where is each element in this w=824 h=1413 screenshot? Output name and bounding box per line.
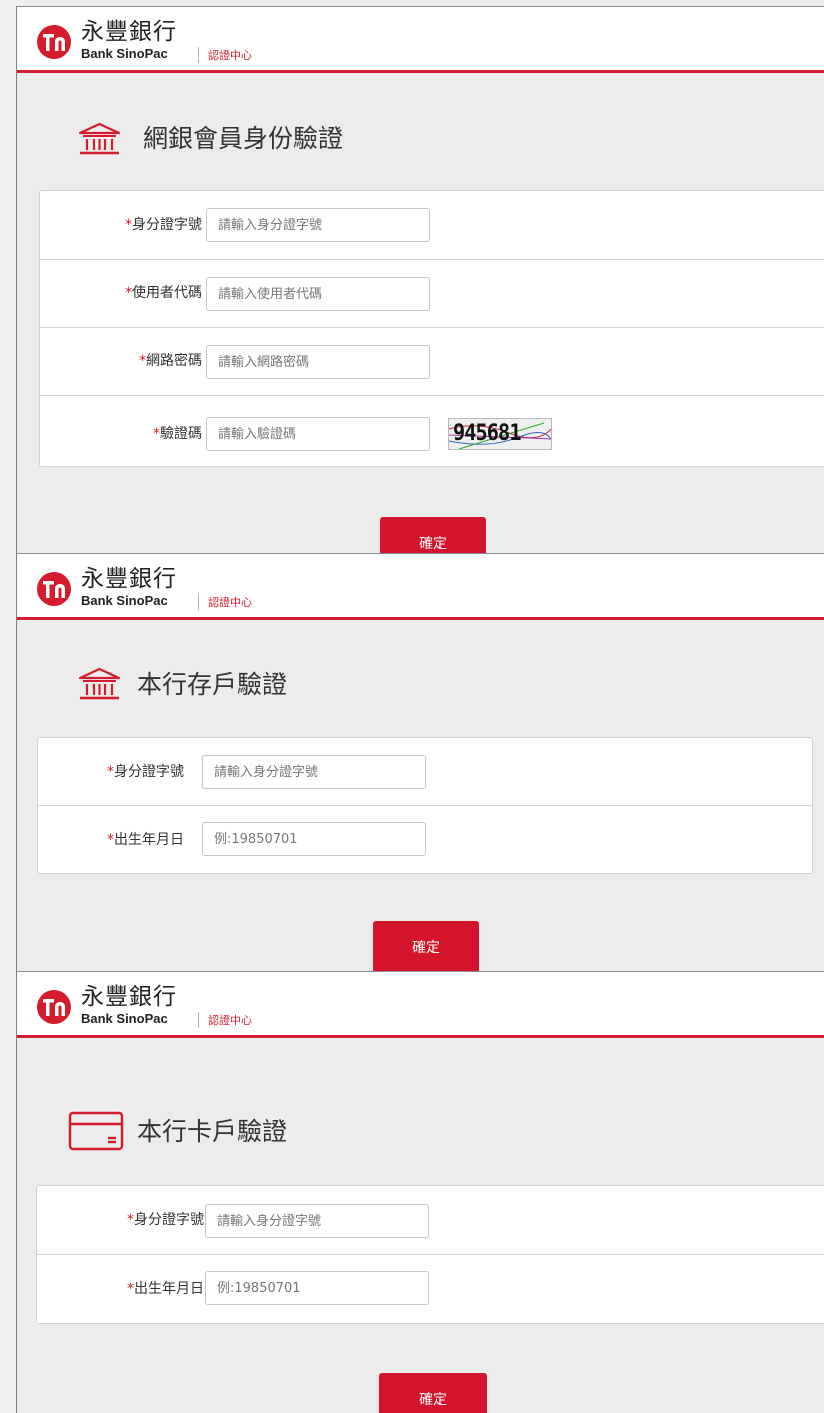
sinopac-logo-icon <box>37 572 71 606</box>
captcha-input[interactable] <box>206 417 430 451</box>
brand-name-cn: 永豐銀行 <box>81 984 177 1010</box>
form-row-id-number: *身分證字號 <box>38 738 812 806</box>
header-divider <box>198 594 199 610</box>
captcha-text: 945681 <box>453 421 522 446</box>
brand-name-en: Bank SinoPac <box>81 593 168 608</box>
id-number-input[interactable] <box>202 755 426 789</box>
credit-card-icon <box>68 1111 124 1151</box>
field-label: *身分證字號 <box>107 764 184 780</box>
sinopac-logo-icon <box>37 25 71 59</box>
form-row-birth-date: *出生年月日 <box>37 1255 824 1325</box>
header-tagline: 認證中心 <box>208 1014 252 1027</box>
header-divider <box>198 47 199 63</box>
field-label: *網路密碼 <box>139 353 202 369</box>
captcha-image[interactable]: 945681 <box>448 418 552 450</box>
confirm-button[interactable]: 確定 <box>380 517 486 553</box>
field-label: *身分證字號 <box>125 217 202 233</box>
page-title: 本行卡戶驗證 <box>137 1117 288 1146</box>
site-header: 永豐銀行 Bank SinoPac 認證中心 <box>17 554 824 620</box>
form-row-captcha: *驗證碼 945681 <box>40 396 824 468</box>
card-account-verification-panel: 永豐銀行 Bank SinoPac 認證中心 本行卡戶驗證 *身分證字號 *出生… <box>16 971 824 1413</box>
header-tagline: 認證中心 <box>208 596 252 609</box>
field-label: *身分證字號 <box>127 1212 204 1228</box>
brand-name-en: Bank SinoPac <box>81 46 168 61</box>
verification-form: *身分證字號 *出生年月日 <box>36 1185 824 1324</box>
deposit-account-verification-panel: 永豐銀行 Bank SinoPac 認證中心 本行存戶驗證 *身分證字號 *出生… <box>16 553 824 971</box>
brand-name-en: Bank SinoPac <box>81 1011 168 1026</box>
brand-name-cn: 永豐銀行 <box>81 19 177 45</box>
confirm-button[interactable]: 確定 <box>379 1373 487 1413</box>
id-number-input[interactable] <box>206 208 430 242</box>
form-row-id-number: *身分證字號 <box>37 1186 824 1255</box>
field-label: *出生年月日 <box>107 832 184 848</box>
form-row-password: *網路密碼 <box>40 328 824 396</box>
member-verification-panel: 永豐銀行 Bank SinoPac 認證中心 網銀會員身份驗證 *身分證字號 *… <box>16 6 824 553</box>
bank-building-icon <box>78 122 121 155</box>
password-input[interactable] <box>206 345 430 379</box>
sinopac-logo-icon <box>37 990 71 1024</box>
field-label: *驗證碼 <box>153 426 202 442</box>
site-header: 永豐銀行 Bank SinoPac 認證中心 <box>17 7 824 73</box>
user-code-input[interactable] <box>206 277 430 311</box>
field-label: *使用者代碼 <box>125 285 202 301</box>
header-tagline: 認證中心 <box>208 49 252 62</box>
field-label: *出生年月日 <box>127 1281 204 1297</box>
verification-form: *身分證字號 *使用者代碼 *網路密碼 *驗證碼 945681 <box>39 190 824 467</box>
id-number-input[interactable] <box>205 1204 429 1238</box>
confirm-button[interactable]: 確定 <box>373 921 479 971</box>
birth-date-input[interactable] <box>202 822 426 856</box>
form-row-birth-date: *出生年月日 <box>38 806 812 875</box>
form-row-user-code: *使用者代碼 <box>40 260 824 328</box>
verification-form: *身分證字號 *出生年月日 <box>37 737 813 874</box>
page-title: 本行存戶驗證 <box>137 670 288 699</box>
birth-date-input[interactable] <box>205 1271 429 1305</box>
form-row-id-number: *身分證字號 <box>40 191 824 260</box>
site-header: 永豐銀行 Bank SinoPac 認證中心 <box>17 972 824 1038</box>
page-title: 網銀會員身份驗證 <box>143 124 344 153</box>
brand-name-cn: 永豐銀行 <box>81 566 177 592</box>
header-divider <box>198 1012 199 1028</box>
bank-building-icon <box>78 667 121 700</box>
